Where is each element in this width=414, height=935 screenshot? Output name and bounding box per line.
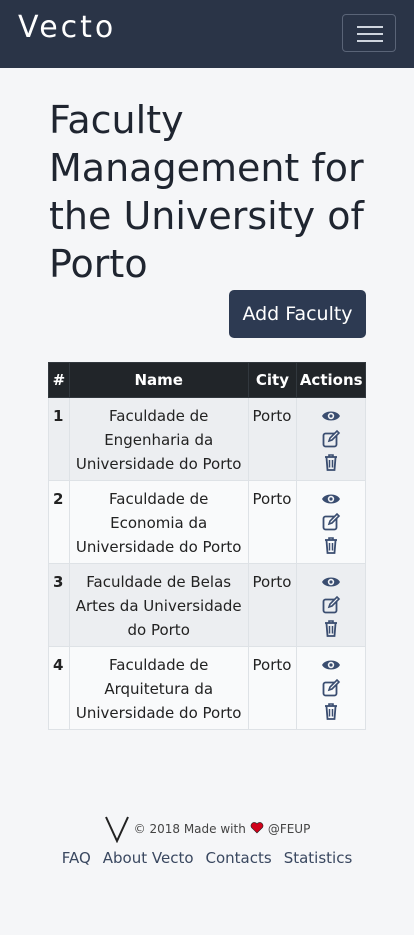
eye-icon[interactable] xyxy=(321,655,341,675)
edit-icon[interactable] xyxy=(321,429,341,449)
footer-link-about[interactable]: About Vecto xyxy=(103,849,194,867)
faculty-city: Porto xyxy=(247,563,298,647)
table-row: 4 Faculdade de Arquitetura da Universidad… xyxy=(48,646,366,730)
copyright-org: @FEUP xyxy=(267,822,311,836)
header-num: # xyxy=(48,362,70,398)
header-name: Name xyxy=(68,362,249,398)
faculty-table: # Name City Actions 1 Faculdade de Engenh… xyxy=(48,362,366,730)
page-title: Faculty Management for the University of… xyxy=(49,98,364,286)
table-header-row: # Name City Actions xyxy=(48,362,366,398)
trash-icon[interactable] xyxy=(321,452,341,472)
row-number: 2 xyxy=(48,480,70,564)
faculty-city: Porto xyxy=(247,646,298,730)
edit-icon[interactable] xyxy=(321,678,341,698)
hamburger-icon-bar xyxy=(357,40,383,42)
add-faculty-button[interactable]: Add Faculty xyxy=(229,290,366,338)
faculty-name: Faculdade de Arquitetura da Universidade… xyxy=(68,646,249,730)
faculty-city: Porto xyxy=(247,480,298,564)
eye-icon[interactable] xyxy=(321,489,341,509)
trash-icon[interactable] xyxy=(321,701,341,721)
hamburger-icon-bar xyxy=(357,33,383,35)
header-city: City xyxy=(247,362,298,398)
row-actions xyxy=(296,480,366,564)
vecto-logo-icon xyxy=(104,815,130,843)
row-actions xyxy=(296,646,366,730)
footer-link-faq[interactable]: FAQ xyxy=(62,849,91,867)
brand-logo[interactable]: Vecto xyxy=(18,10,116,45)
heart-icon xyxy=(250,821,264,837)
row-actions xyxy=(296,397,366,481)
footer-link-statistics[interactable]: Statistics xyxy=(284,849,353,867)
faculty-name: Faculdade de Belas Artes da Universidade… xyxy=(68,563,249,647)
faculty-city: Porto xyxy=(247,397,298,481)
row-actions xyxy=(296,563,366,647)
table-row: 1 Faculdade de Engenharia da Universidade… xyxy=(48,397,366,481)
menu-toggle-button[interactable] xyxy=(342,14,396,52)
eye-icon[interactable] xyxy=(321,406,341,426)
faculty-name: Faculdade de Economia da Universidade do… xyxy=(68,480,249,564)
table-row: 2 Faculdade de Economia da Universidade d… xyxy=(48,480,366,564)
faculty-name: Faculdade de Engenharia da Universidade … xyxy=(68,397,249,481)
table-row: 3 Faculdade de Belas Artes da Universidad… xyxy=(48,563,366,647)
trash-icon[interactable] xyxy=(321,618,341,638)
footer: © 2018 Made with @FEUP FAQ About Vecto C… xyxy=(0,815,414,867)
row-number: 1 xyxy=(48,397,70,481)
footer-link-contacts[interactable]: Contacts xyxy=(206,849,272,867)
hamburger-icon xyxy=(357,26,383,28)
trash-icon[interactable] xyxy=(321,535,341,555)
copyright-text: © 2018 Made with xyxy=(133,822,246,836)
header-actions: Actions xyxy=(296,362,366,398)
edit-icon[interactable] xyxy=(321,512,341,532)
footer-links: FAQ About Vecto Contacts Statistics xyxy=(0,849,414,867)
edit-icon[interactable] xyxy=(321,595,341,615)
eye-icon[interactable] xyxy=(321,572,341,592)
row-number: 4 xyxy=(48,646,70,730)
row-number: 3 xyxy=(48,563,70,647)
navbar: Vecto xyxy=(0,0,414,68)
